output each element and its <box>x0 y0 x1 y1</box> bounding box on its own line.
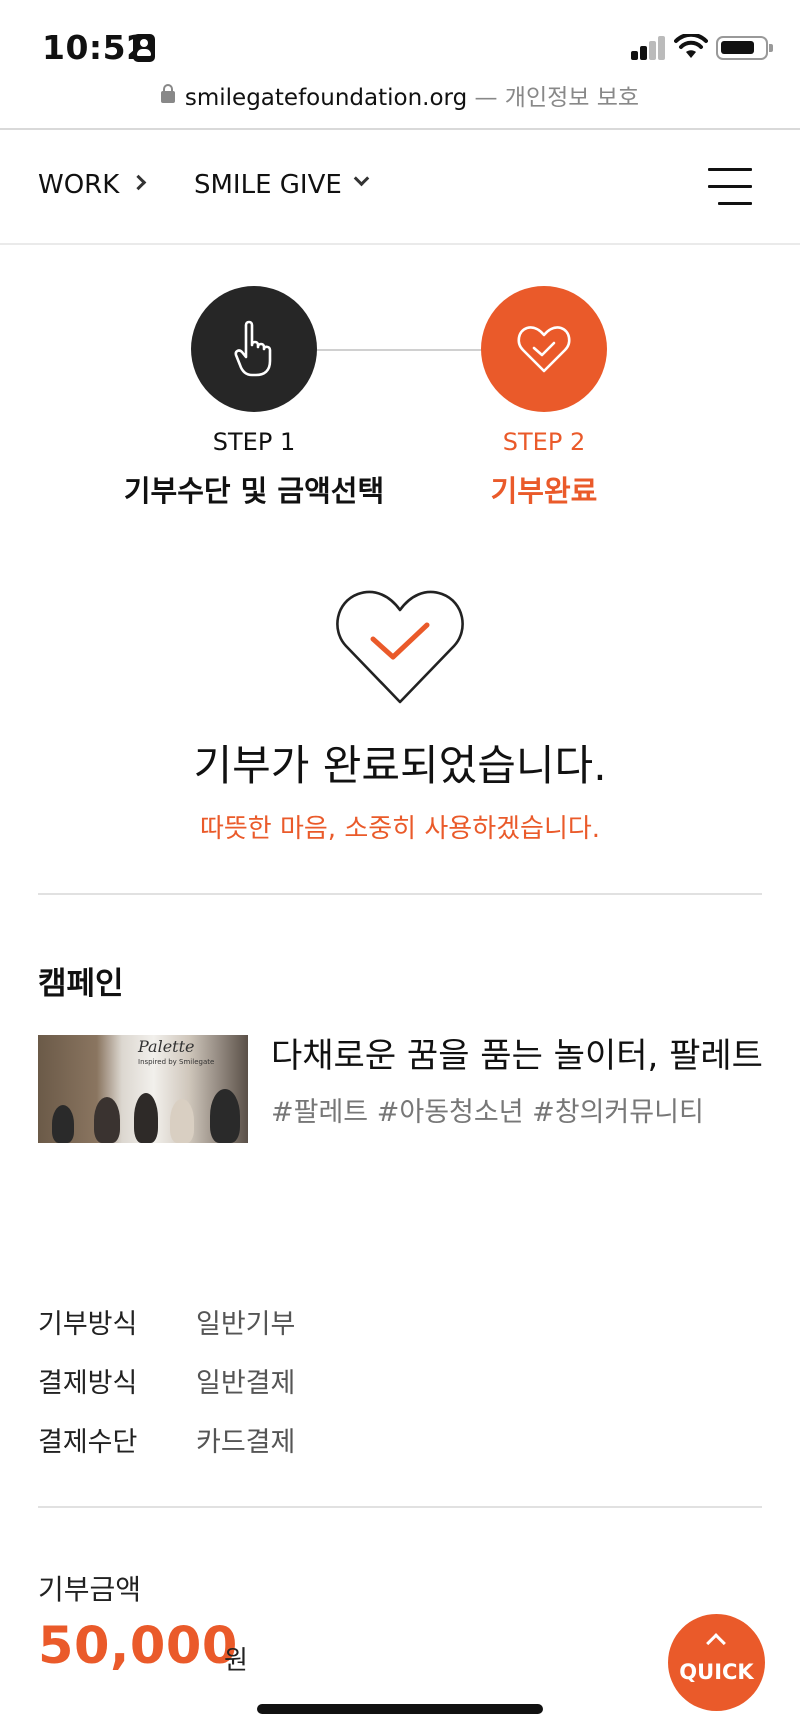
nav-smile-give-dropdown[interactable]: SMILE GIVE <box>194 170 370 200</box>
detail-label: 기부방식 <box>38 1309 138 1340</box>
step1-title: 기부수단 및 금액선택 <box>123 474 385 508</box>
detail-value: 일반기부 <box>196 1309 296 1340</box>
thumbnail-figure <box>52 1105 74 1143</box>
url-domain: smilegatefoundation.org <box>184 85 468 111</box>
completion-heart-icon <box>336 590 464 704</box>
step1-number: STEP 1 <box>212 428 296 456</box>
site-nav: WORK SMILE GIVE <box>0 128 800 245</box>
step-connector <box>316 349 484 351</box>
step2-number: STEP 2 <box>502 428 586 456</box>
campaign-section-title: 캠페인 <box>38 966 124 1002</box>
wifi-icon <box>674 34 708 58</box>
completion-subtitle: 따뜻한 마음, 소중히 사용하겠습니다. <box>199 814 601 844</box>
detail-value: 카드결제 <box>196 1427 296 1458</box>
step2-circle <box>481 286 607 412</box>
quick-button[interactable]: QUICK <box>668 1614 765 1711</box>
campaign-thumbnail[interactable]: Palette Inspired by Smilegate <box>38 1035 248 1143</box>
divider <box>38 893 762 895</box>
thumbnail-figure <box>134 1093 158 1143</box>
thumbnail-figure <box>170 1099 194 1143</box>
quick-label: QUICK <box>679 1660 754 1684</box>
donation-steps: STEP 1 기부수단 및 금액선택 STEP 2 기부완료 <box>0 286 800 516</box>
detail-label: 결제수단 <box>38 1427 138 1458</box>
nav-work-link[interactable]: WORK <box>38 170 147 200</box>
lock-icon <box>160 83 175 103</box>
detail-value: 일반결제 <box>196 1368 296 1399</box>
detail-label: 결제방식 <box>38 1368 138 1399</box>
chevron-down-icon <box>353 170 370 187</box>
contact-card-icon <box>133 34 155 62</box>
amount-label: 기부금액 <box>38 1573 142 1606</box>
detail-row-payment-type: 결제방식 일반결제 <box>38 1361 295 1400</box>
url-bar[interactable]: smilegatefoundation.org — 개인정보 보호 <box>0 78 800 128</box>
chevron-right-icon <box>131 174 147 191</box>
completion-title: 기부가 완료되었습니다. <box>193 741 607 790</box>
thumbnail-figure <box>94 1097 120 1143</box>
thumbnail-sub: Inspired by Smilegate <box>138 1058 215 1066</box>
campaign-tags: #팔레트 #아동청소년 #창의커뮤니티 <box>271 1097 704 1128</box>
heart-check-icon <box>517 326 571 373</box>
thumbnail-figure <box>210 1089 240 1143</box>
detail-row-payment-means: 결제수단 카드결제 <box>38 1420 295 1459</box>
hamburger-menu-icon[interactable] <box>708 168 752 206</box>
nav-smile-give-label: SMILE GIVE <box>194 170 342 200</box>
url-privacy-label: — 개인정보 보호 <box>467 85 640 111</box>
battery-icon <box>716 36 773 60</box>
campaign-title-link[interactable]: 다채로운 꿈을 품는 놀이터, 팔레트 <box>271 1028 763 1077</box>
chevron-up-icon <box>706 1633 726 1653</box>
home-indicator[interactable] <box>257 1704 543 1714</box>
divider <box>38 1506 762 1508</box>
step1-circle <box>191 286 317 412</box>
thumbnail-logo: Palette <box>138 1037 195 1056</box>
status-bar: 10:52 <box>0 0 800 80</box>
pointing-hand-icon <box>234 320 272 377</box>
detail-row-method: 기부방식 일반기부 <box>38 1302 295 1341</box>
cellular-signal-icon <box>631 36 667 60</box>
nav-work-label: WORK <box>38 170 120 200</box>
amount-unit: 원 <box>224 1646 248 1676</box>
amount-value: 50,000 <box>38 1617 238 1676</box>
step2-title: 기부완료 <box>490 474 598 508</box>
